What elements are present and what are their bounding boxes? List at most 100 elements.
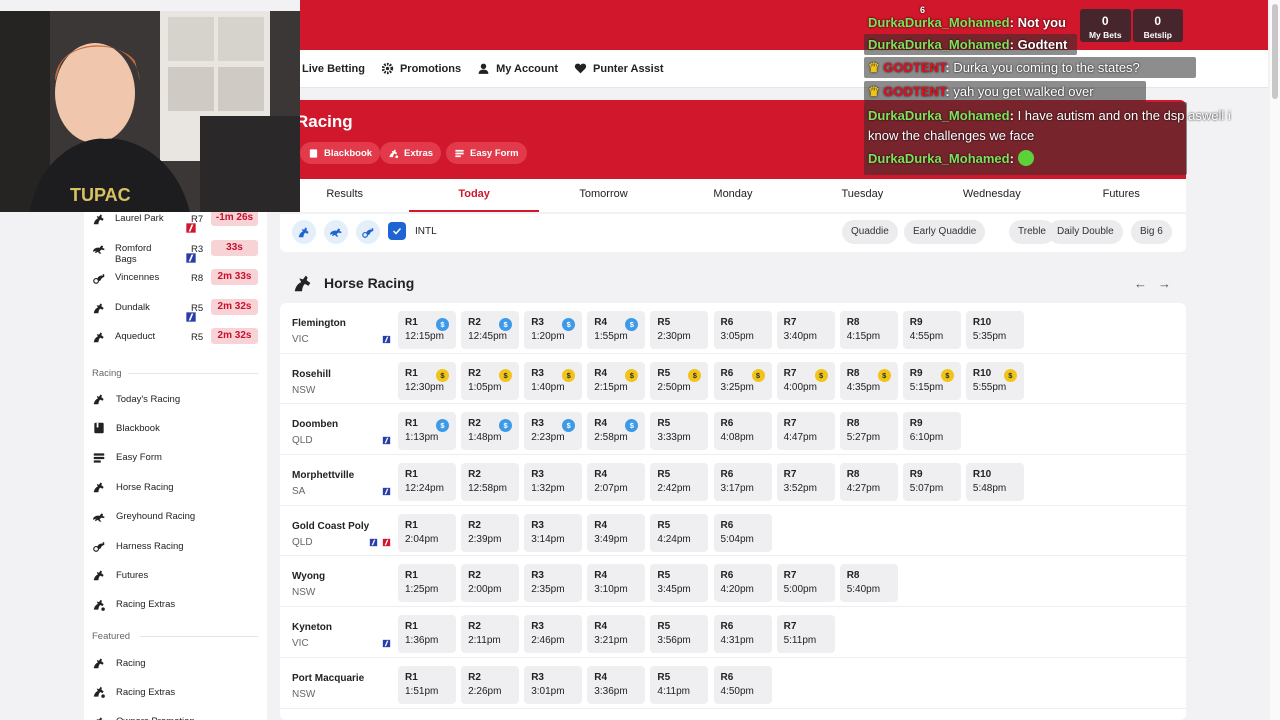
race-cell[interactable]: R1 12:30pm $	[398, 361, 456, 400]
race-cell[interactable]: R6 3:25pm $	[713, 361, 772, 400]
race-cell[interactable]: R3 2:46pm	[524, 615, 583, 654]
race-cell[interactable]: R4 2:58pm $	[587, 412, 646, 451]
race-cell[interactable]: R10 5:48pm	[965, 463, 1024, 502]
race-cell[interactable]: R9 5:07pm	[902, 463, 961, 502]
next-to-jump-item[interactable]: Aqueduct R5 2m 32s	[84, 323, 267, 351]
next-to-jump-item[interactable]: Vincennes R8 2m 33s	[84, 264, 267, 292]
race-cell[interactable]: R5 3:45pm	[650, 564, 709, 603]
race-cell[interactable]: R5 4:24pm	[650, 513, 709, 552]
next-to-jump-item[interactable]: Dundalk R5 2m 32s	[84, 294, 267, 322]
race-cell[interactable]: R2 1:05pm $	[461, 361, 520, 400]
scrollbar-thumb[interactable]	[1272, 4, 1278, 99]
race-cell[interactable]: R9 5:15pm $	[902, 361, 961, 400]
race-cell[interactable]: R2 1:48pm $	[461, 412, 520, 451]
race-cell[interactable]: R4 3:10pm	[587, 564, 646, 603]
race-cell[interactable]: R4 2:15pm $	[587, 361, 646, 400]
race-cell[interactable]: R5 2:50pm $	[650, 361, 709, 400]
race-cell[interactable]: R5 4:11pm	[650, 665, 709, 704]
sidebar-item[interactable]: Owners Promotion	[84, 710, 267, 720]
filter-horse[interactable]	[292, 220, 316, 244]
bet-type-quaddie[interactable]: Quaddie	[842, 220, 898, 244]
race-cell[interactable]: R8 4:15pm	[839, 311, 898, 349]
race-cell[interactable]: R4 2:07pm	[587, 463, 646, 502]
race-cell[interactable]: R8 5:27pm	[839, 412, 898, 451]
bet-type-big-6[interactable]: Big 6	[1131, 220, 1172, 244]
sidebar-item[interactable]: Easy Form	[84, 446, 267, 470]
race-cell[interactable]: R3 2:35pm	[524, 564, 583, 603]
race-cell[interactable]: R1 2:04pm	[398, 513, 456, 552]
filter-harness[interactable]	[356, 220, 380, 244]
venue-name[interactable]: Flemington	[292, 318, 346, 329]
sidebar-item[interactable]: Futures	[84, 563, 267, 587]
race-cell[interactable]: R1 1:25pm	[398, 564, 456, 603]
race-cell[interactable]: R3 2:23pm $	[524, 412, 583, 451]
race-cell[interactable]: R4 3:21pm	[587, 615, 646, 654]
tab-today[interactable]: Today	[409, 179, 539, 212]
race-cell[interactable]: R6 4:31pm	[713, 615, 772, 654]
filter-greyhound[interactable]	[324, 220, 348, 244]
race-cell[interactable]: R6 3:05pm	[713, 311, 772, 349]
venue-name[interactable]: Gold Coast Poly	[292, 521, 369, 532]
race-cell[interactable]: R7 5:00pm	[776, 564, 835, 603]
race-cell[interactable]: R2 2:11pm	[461, 615, 520, 654]
my-bets-button[interactable]: 0 My Bets	[1080, 9, 1131, 42]
venue-name[interactable]: Port Macquarie	[292, 673, 364, 684]
race-cell[interactable]: R4 3:49pm	[587, 513, 646, 552]
race-cell[interactable]: R3 1:40pm $	[524, 361, 583, 400]
easy-form-button[interactable]: Easy Form	[446, 142, 527, 164]
race-cell[interactable]: R2 12:58pm	[461, 463, 520, 502]
venue-name[interactable]: Wyong	[292, 571, 325, 582]
bet-type-daily-double[interactable]: Daily Double	[1048, 220, 1123, 244]
scrollbar[interactable]	[1270, 0, 1280, 720]
blackbook-button[interactable]: Blackbook	[300, 142, 381, 164]
race-cell[interactable]: R5 3:33pm	[650, 412, 709, 451]
race-cell[interactable]: R1 1:36pm	[398, 615, 456, 654]
race-cell[interactable]: R2 2:39pm	[461, 513, 520, 552]
tab-tuesday[interactable]: Tuesday	[798, 179, 927, 212]
nav-punter-assist[interactable]: Punter Assist	[574, 62, 664, 75]
race-cell[interactable]: R7 4:00pm $	[776, 361, 835, 400]
race-cell[interactable]: R2 2:00pm	[461, 564, 520, 603]
tab-futures[interactable]: Futures	[1057, 179, 1186, 212]
race-cell[interactable]: R7 3:40pm	[776, 311, 835, 349]
race-cell[interactable]: R5 2:42pm	[650, 463, 709, 502]
race-cell[interactable]: R2 12:45pm $	[461, 311, 520, 349]
sidebar-item[interactable]: Blackbook	[84, 416, 267, 440]
race-cell[interactable]: R1 1:13pm $	[398, 412, 456, 451]
race-cell[interactable]: R9 4:55pm	[902, 311, 961, 349]
bet-type-early-quaddie[interactable]: Early Quaddie	[904, 220, 986, 244]
race-cell[interactable]: R4 1:55pm $	[587, 311, 646, 349]
sidebar-item[interactable]: Greyhound Racing	[84, 505, 267, 529]
betslip-button[interactable]: 0 Betslip	[1132, 9, 1183, 42]
sidebar-item[interactable]: Today's Racing	[84, 387, 267, 411]
sidebar-item[interactable]: Horse Racing	[84, 475, 267, 499]
tab-tomorrow[interactable]: Tomorrow	[539, 179, 668, 212]
race-cell[interactable]: R3 3:14pm	[524, 513, 583, 552]
venue-name[interactable]: Doomben	[292, 419, 338, 430]
race-cell[interactable]: R6 4:50pm	[713, 665, 772, 704]
race-cell[interactable]: R6 4:08pm	[713, 412, 772, 451]
tab-wednesday[interactable]: Wednesday	[927, 179, 1056, 212]
next-arrow-button[interactable]: →	[1158, 276, 1171, 291]
sidebar-item[interactable]: Racing	[84, 651, 267, 675]
nav-live-betting[interactable]: Live Betting	[302, 63, 365, 75]
nav-promotions[interactable]: Promotions	[381, 62, 461, 75]
race-cell[interactable]: R9 6:10pm	[902, 412, 961, 451]
sidebar-item[interactable]: Racing Extras	[84, 680, 267, 704]
prev-arrow-button[interactable]: ←	[1134, 276, 1147, 291]
nav-my-account[interactable]: My Account	[477, 62, 558, 75]
venue-name[interactable]: Rosehill	[292, 369, 331, 380]
race-cell[interactable]: R7 3:52pm	[776, 463, 835, 502]
race-cell[interactable]: R6 3:17pm	[713, 463, 772, 502]
race-cell[interactable]: R3 3:01pm	[524, 665, 583, 704]
race-cell[interactable]: R1 12:15pm $	[398, 311, 456, 349]
race-cell[interactable]: R5 2:30pm	[650, 311, 709, 349]
race-cell[interactable]: R7 5:11pm	[776, 615, 835, 654]
race-cell[interactable]: R3 1:32pm	[524, 463, 583, 502]
next-to-jump-item[interactable]: Romford Bags R3 33s	[84, 235, 267, 265]
race-cell[interactable]: R10 5:35pm	[965, 311, 1024, 349]
race-cell[interactable]: R6 4:20pm	[713, 564, 772, 603]
race-cell[interactable]: R1 12:24pm	[398, 463, 456, 502]
tab-monday[interactable]: Monday	[668, 179, 797, 212]
race-cell[interactable]: R7 4:47pm	[776, 412, 835, 451]
